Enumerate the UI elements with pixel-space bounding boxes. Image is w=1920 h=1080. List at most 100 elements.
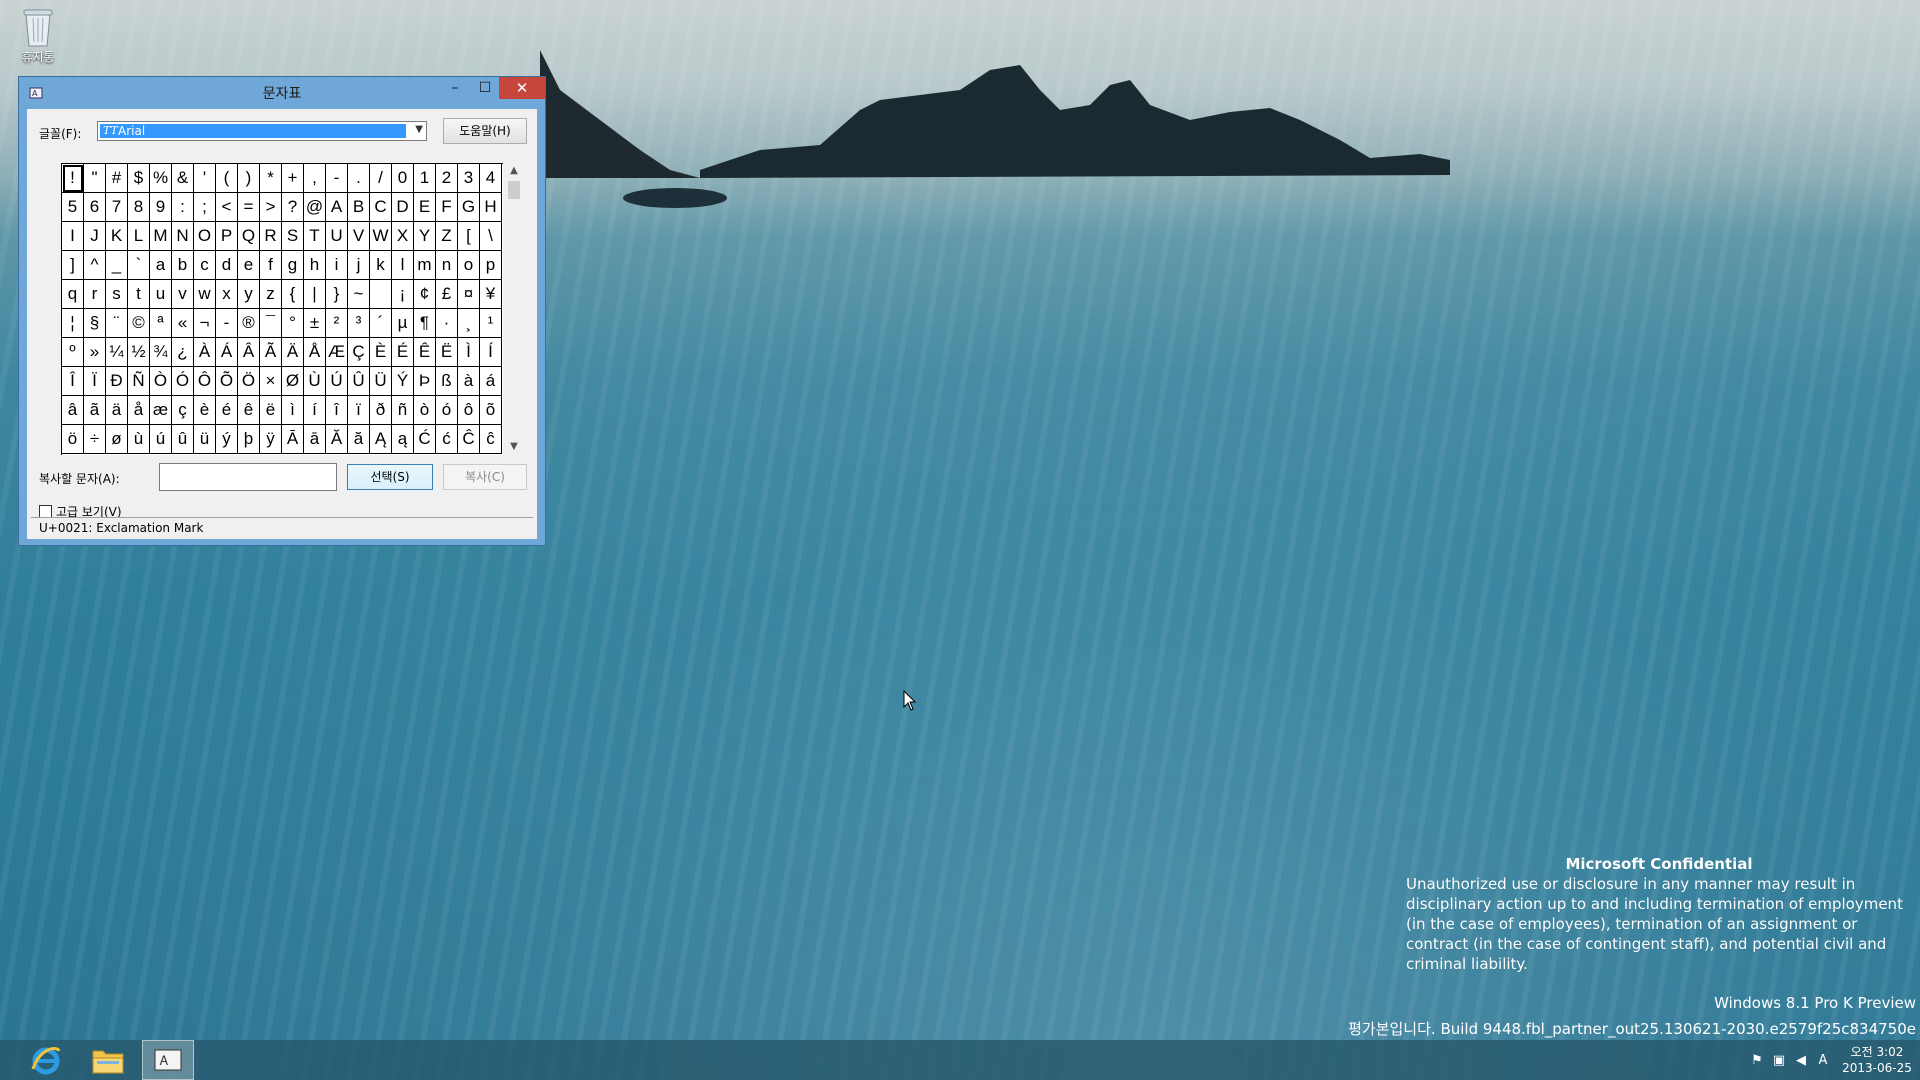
minimize-button[interactable]: – (441, 77, 469, 99)
character-cell[interactable]: q (62, 280, 84, 309)
character-cell[interactable]: ¸ (458, 309, 480, 338)
character-cell[interactable]: È (370, 338, 392, 367)
character-cell[interactable]: ú (150, 425, 172, 454)
character-cell[interactable]: ( (216, 164, 238, 193)
character-cell[interactable]: ¦ (62, 309, 84, 338)
character-cell[interactable]: } (326, 280, 348, 309)
character-cell[interactable]: Ā (282, 425, 304, 454)
character-cell[interactable]: ā (304, 425, 326, 454)
character-cell[interactable]: F (436, 193, 458, 222)
character-cell[interactable]: ¼ (106, 338, 128, 367)
character-cell[interactable]: 2 (436, 164, 458, 193)
character-cell[interactable]: " (84, 164, 106, 193)
character-cell[interactable]: p (480, 251, 502, 280)
character-cell[interactable]: º (62, 338, 84, 367)
character-cell[interactable]: f (260, 251, 282, 280)
character-cell[interactable]: ` (128, 251, 150, 280)
maximize-button[interactable]: ☐ (471, 77, 499, 99)
character-cell[interactable]: $ (128, 164, 150, 193)
character-cell[interactable]: [ (458, 222, 480, 251)
character-cell[interactable]: Ü (370, 367, 392, 396)
character-cell[interactable]: ÿ (260, 425, 282, 454)
character-cell[interactable]: ? (282, 193, 304, 222)
character-cell[interactable]: Ã (260, 338, 282, 367)
character-cell[interactable]: Y (414, 222, 436, 251)
character-cell[interactable]: Ö (238, 367, 260, 396)
character-cell[interactable]: Õ (216, 367, 238, 396)
character-cell[interactable]: â (62, 396, 84, 425)
character-cell[interactable]: \ (480, 222, 502, 251)
character-cell[interactable]: ë (260, 396, 282, 425)
character-cell[interactable]: t (128, 280, 150, 309)
character-cell[interactable]: + (282, 164, 304, 193)
character-cell[interactable]: ý (216, 425, 238, 454)
character-cell[interactable]: ° (282, 309, 304, 338)
character-cell[interactable]: ª (150, 309, 172, 338)
character-cell[interactable]: Ð (106, 367, 128, 396)
character-cell[interactable]: ½ (128, 338, 150, 367)
character-cell[interactable]: ¨ (106, 309, 128, 338)
character-cell[interactable]: _ (106, 251, 128, 280)
character-cell[interactable]: - (326, 164, 348, 193)
character-cell[interactable]: V (348, 222, 370, 251)
scroll-down-icon[interactable]: ▼ (505, 439, 523, 455)
character-cell[interactable]: T (304, 222, 326, 251)
character-cell[interactable]: ĉ (480, 425, 502, 454)
character-cell[interactable]: z (260, 280, 282, 309)
character-cell[interactable]: « (172, 309, 194, 338)
ime-indicator[interactable]: A (1812, 1053, 1834, 1068)
character-cell[interactable]: ! (62, 164, 84, 193)
character-cell[interactable]: Î (62, 367, 84, 396)
character-cell[interactable]: ã (84, 396, 106, 425)
character-cell[interactable]: 6 (84, 193, 106, 222)
character-cell[interactable]: P (216, 222, 238, 251)
character-cell[interactable]: ê (238, 396, 260, 425)
network-icon[interactable]: ▣ (1768, 1053, 1790, 1068)
character-cell[interactable]: ] (62, 251, 84, 280)
character-cell[interactable]: 1 (414, 164, 436, 193)
character-cell[interactable]: ® (238, 309, 260, 338)
character-cell[interactable]: I (62, 222, 84, 251)
character-cell[interactable]: n (436, 251, 458, 280)
copy-characters-input[interactable] (159, 463, 337, 491)
character-cell[interactable]: ¬ (194, 309, 216, 338)
character-cell[interactable]: { (282, 280, 304, 309)
character-cell[interactable]: ö (62, 425, 84, 454)
character-cell[interactable]: ß (436, 367, 458, 396)
character-cell[interactable]: 8 (128, 193, 150, 222)
volume-icon[interactable]: ◀ (1790, 1053, 1812, 1068)
character-cell[interactable]: Ë (436, 338, 458, 367)
character-cell[interactable]: æ (150, 396, 172, 425)
scroll-thumb[interactable] (508, 181, 520, 199)
recycle-bin-shortcut[interactable]: 휴지통 (14, 6, 62, 65)
character-cell[interactable]: , (304, 164, 326, 193)
character-cell[interactable]: 4 (480, 164, 502, 193)
character-cell[interactable]: ć (436, 425, 458, 454)
character-cell[interactable]: / (370, 164, 392, 193)
character-cell[interactable]: ó (436, 396, 458, 425)
character-cell[interactable]: l (392, 251, 414, 280)
character-cell[interactable]: W (370, 222, 392, 251)
character-cell[interactable]: = (238, 193, 260, 222)
character-cell[interactable]: Ă (326, 425, 348, 454)
character-cell[interactable]: L (128, 222, 150, 251)
character-cell[interactable]: c (194, 251, 216, 280)
character-cell[interactable]: e (238, 251, 260, 280)
character-cell[interactable]: ³ (348, 309, 370, 338)
character-cell[interactable]: ¢ (414, 280, 436, 309)
character-cell[interactable]: d (216, 251, 238, 280)
character-cell[interactable]: w (194, 280, 216, 309)
grid-scrollbar[interactable]: ▲ ▼ (505, 163, 523, 455)
character-cell[interactable]: U (326, 222, 348, 251)
character-cell[interactable]: - (216, 309, 238, 338)
character-cell[interactable]: a (150, 251, 172, 280)
character-cell[interactable]: b (172, 251, 194, 280)
character-cell[interactable]: & (172, 164, 194, 193)
character-cell[interactable]: H (480, 193, 502, 222)
character-cell[interactable]: @ (304, 193, 326, 222)
character-cell[interactable]: ^ (84, 251, 106, 280)
character-cell[interactable]: M (150, 222, 172, 251)
scroll-up-icon[interactable]: ▲ (505, 163, 523, 179)
character-cell[interactable]: Á (216, 338, 238, 367)
character-cell[interactable]: k (370, 251, 392, 280)
